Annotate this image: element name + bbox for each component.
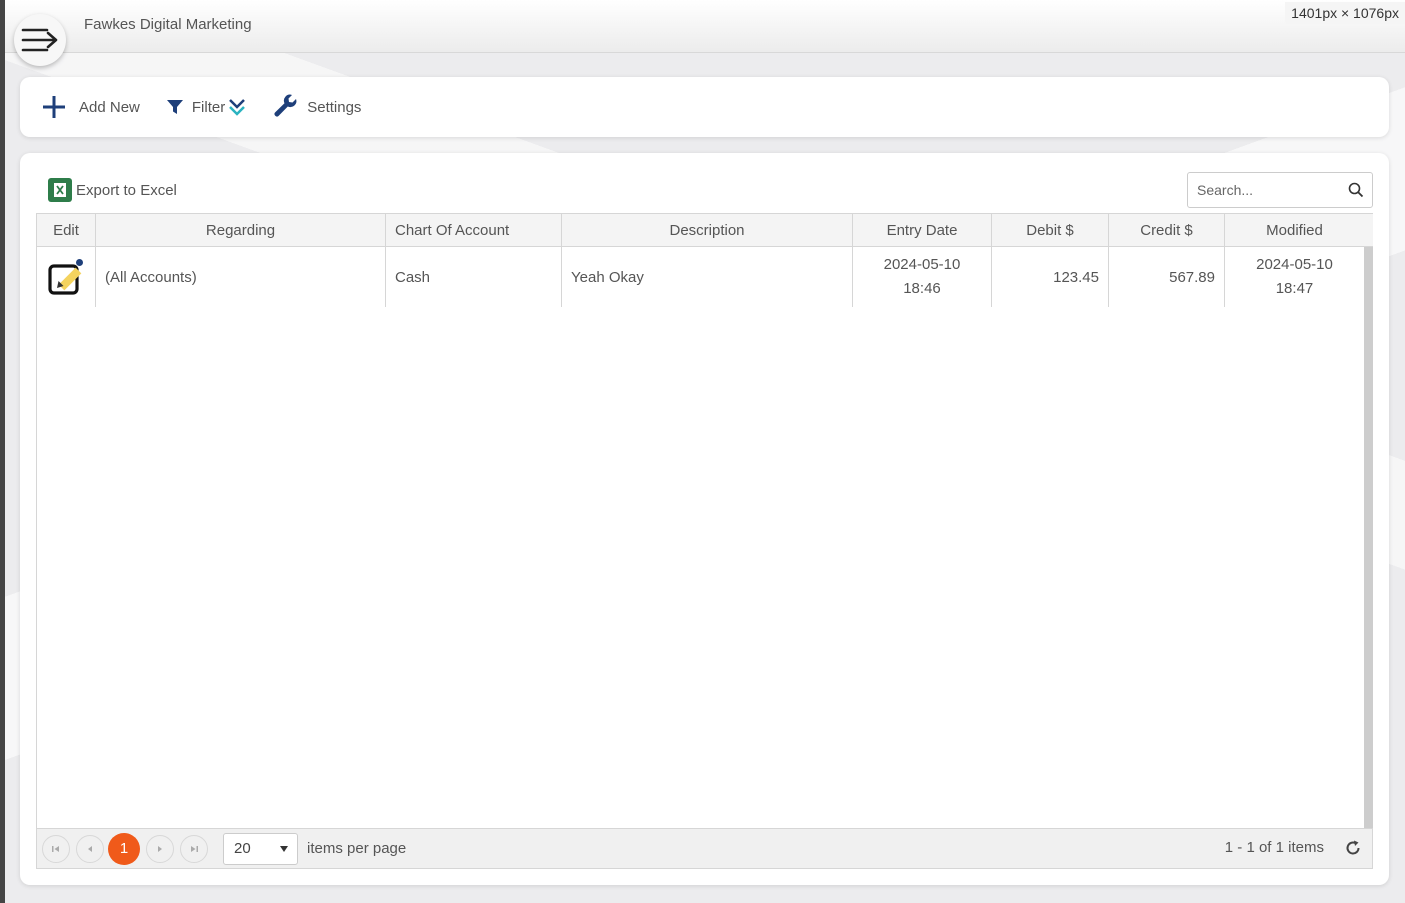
chart-of-account-cell: Cash	[386, 247, 562, 307]
credit-cell: 567.89	[1109, 247, 1225, 307]
last-page-icon	[191, 845, 198, 852]
modified-cell: 2024-05-10 18:47	[1225, 247, 1364, 307]
scrollbar-header-cap	[1364, 213, 1373, 247]
caret-down-icon	[280, 845, 288, 852]
excel-icon	[48, 178, 72, 202]
entry-date-cell: 2024-05-10 18:46	[853, 247, 992, 307]
description-cell: Yeah Okay	[562, 247, 853, 307]
grid-panel: Export to Excel Edit Regarding Chart Of …	[20, 153, 1389, 885]
column-header-chart-of-account[interactable]: Chart Of Account	[386, 214, 562, 247]
column-header-regarding[interactable]: Regarding	[96, 214, 386, 247]
page-size-value: 20	[234, 840, 251, 857]
entry-date-value: 2024-05-10	[883, 256, 961, 273]
search-box	[1187, 172, 1373, 208]
next-page-button[interactable]	[146, 834, 174, 863]
items-per-page-label: items per page	[307, 840, 407, 857]
first-page-button[interactable]	[42, 834, 70, 863]
column-header-description[interactable]: Description	[562, 214, 853, 247]
column-header-modified[interactable]: Modified	[1225, 214, 1364, 247]
app-title: Fawkes Digital Marketing	[84, 16, 252, 33]
regarding-cell: (All Accounts)	[96, 247, 386, 307]
last-page-button[interactable]	[180, 834, 208, 863]
settings-label: Settings	[307, 98, 362, 116]
edit-pencil-icon[interactable]	[46, 257, 86, 297]
entry-time-value: 18:46	[903, 280, 941, 297]
settings-button[interactable]: Settings	[273, 94, 361, 120]
grid-body: (All Accounts) Cash Yeah Okay 2024-05-10…	[37, 247, 1364, 828]
chevron-double-down-icon	[229, 99, 246, 116]
column-header-edit[interactable]: Edit	[37, 214, 96, 247]
filter-label: Filter	[191, 98, 226, 116]
action-toolbar: Add New Filter Settings	[20, 77, 1389, 137]
hamburger-arrow-icon	[21, 28, 58, 52]
data-grid: Edit Regarding Chart Of Account Descript…	[36, 213, 1373, 869]
grid-header-row: Edit Regarding Chart Of Account Descript…	[37, 213, 1364, 247]
table-row: (All Accounts) Cash Yeah Okay 2024-05-10…	[37, 247, 1364, 307]
menu-toggle-button[interactable]	[14, 14, 66, 66]
top-bar: Fawkes Digital Marketing	[5, 0, 1405, 53]
pager-bar: 1 20 items per page 1 - 1 of 1 items	[37, 828, 1372, 868]
filter-button[interactable]: Filter	[166, 97, 247, 117]
current-page-button[interactable]: 1	[108, 832, 140, 865]
export-to-excel-button[interactable]: Export to Excel	[48, 178, 177, 202]
page-size-select[interactable]: 20	[223, 832, 298, 865]
search-icon[interactable]	[1348, 182, 1364, 198]
column-header-credit[interactable]: Credit $	[1109, 214, 1225, 247]
wrench-icon	[274, 94, 297, 117]
debit-cell: 123.45	[992, 247, 1109, 307]
prev-page-button[interactable]	[76, 834, 104, 863]
plus-icon	[43, 96, 65, 118]
prev-page-icon	[88, 845, 92, 852]
add-new-button[interactable]: Add New	[40, 93, 140, 121]
modified-time-value: 18:47	[1275, 280, 1314, 297]
refresh-icon[interactable]	[1344, 839, 1362, 857]
export-label: Export to Excel	[76, 181, 177, 199]
column-header-entry-date[interactable]: Entry Date	[853, 214, 992, 247]
search-input[interactable]	[1188, 173, 1338, 207]
pager-info: 1 - 1 of 1 items	[1224, 839, 1324, 856]
add-new-label: Add New	[79, 98, 140, 116]
dimensions-badge: 1401px × 1076px	[1285, 2, 1405, 24]
column-header-debit[interactable]: Debit $	[992, 214, 1109, 247]
edit-cell	[37, 247, 96, 307]
first-page-icon	[52, 845, 59, 852]
filter-funnel-icon	[166, 100, 183, 114]
modified-date-value: 2024-05-10	[1256, 256, 1333, 273]
next-page-icon	[158, 845, 162, 852]
vertical-scrollbar[interactable]	[1364, 247, 1373, 828]
